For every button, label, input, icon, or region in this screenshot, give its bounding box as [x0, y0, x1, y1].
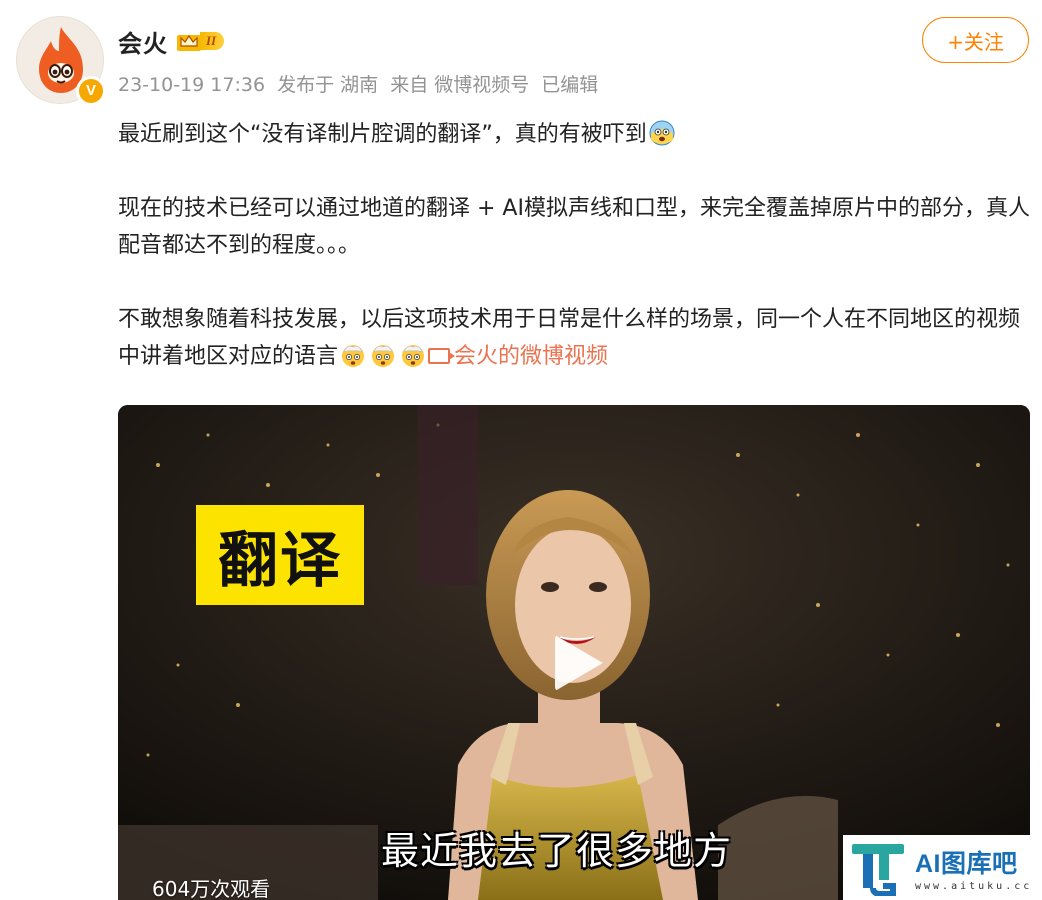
exploding-head-emoji [372, 345, 395, 367]
video-player[interactable]: 翻译 最近我去了很多地方 604万次观看 [118, 405, 1030, 900]
video-link-icon [428, 348, 456, 364]
watermark: AI图库吧 www.aituku.cc [843, 835, 1042, 900]
overlay-caption: 翻译 [196, 505, 364, 605]
paragraph-2: 现在的技术已经可以通过地道的翻译 + AI模拟声线和口型，来完全覆盖掉原片中的部… [118, 196, 1030, 258]
verified-badge-icon: V [76, 76, 106, 106]
video-link[interactable]: 会火的微博视频 [428, 344, 608, 369]
view-count: 604万次观看 [152, 877, 271, 900]
paragraph-1-text: 最近刷到这个“没有译制片腔调的翻译”，真的有被吓到 [118, 122, 647, 147]
crown-icon [177, 34, 201, 51]
watermark-url: www.aituku.cc [915, 880, 1033, 892]
exploding-head-emoji [342, 345, 365, 367]
paragraph-3: 不敢想象随着科技发展，以后这项技术用于日常是什么样的场景，同一个人在不同地区的视… [118, 301, 1033, 375]
video-subtitle: 最近我去了很多地方 [381, 829, 733, 873]
post-location: 发布于 湖南 [277, 74, 379, 96]
play-icon[interactable] [549, 635, 605, 691]
follow-button[interactable]: +关注 [922, 17, 1029, 63]
post-source[interactable]: 来自 微博视频号 [390, 74, 529, 96]
post-body: 最近刷到这个“没有译制片腔调的翻译”，真的有被吓到 现在的技术已经可以通过地道的… [118, 116, 1033, 375]
avatar[interactable]: V [16, 16, 106, 106]
author-row: 会火 II [118, 24, 225, 59]
scared-face-emoji [649, 120, 675, 146]
level-badge: II [200, 32, 225, 50]
watermark-title: AI图库吧 [915, 849, 1018, 878]
paragraph-1: 最近刷到这个“没有译制片腔调的翻译”，真的有被吓到 [118, 116, 1033, 153]
edited-label[interactable]: 已编辑 [541, 74, 598, 96]
author-name[interactable]: 会火 [118, 24, 168, 59]
watermark-logo-icon [852, 843, 904, 896]
watermark-text: AI图库吧 www.aituku.cc [915, 844, 1032, 892]
exploding-head-emoji [402, 345, 425, 367]
post-time[interactable]: 23-10-19 17:36 [118, 74, 265, 96]
post-meta: 23-10-19 17:36 发布于 湖南 来自 微博视频号 已编辑 [118, 70, 604, 97]
video-link-label: 会火的微博视频 [454, 344, 609, 369]
member-badge[interactable]: II [176, 29, 225, 53]
